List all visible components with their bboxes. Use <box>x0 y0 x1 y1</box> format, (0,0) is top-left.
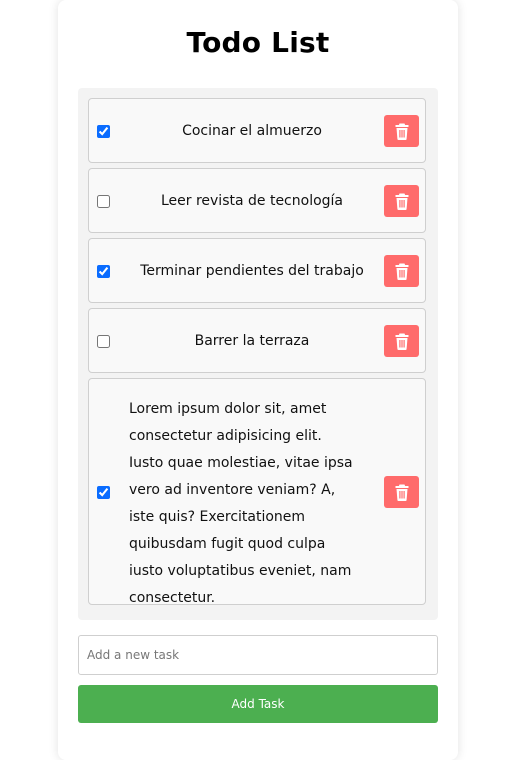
delete-button[interactable] <box>384 185 419 217</box>
new-task-input[interactable] <box>78 635 438 675</box>
todo-card: Todo List Cocinar el almuerzo Leer revis… <box>58 0 458 760</box>
todo-text: Terminar pendientes del trabajo <box>140 263 364 279</box>
todo-item: Terminar pendientes del trabajo <box>88 238 426 303</box>
todo-list: Cocinar el almuerzo Leer revista de tecn… <box>78 88 438 620</box>
todo-text: Cocinar el almuerzo <box>182 123 322 139</box>
delete-button[interactable] <box>384 115 419 147</box>
todo-text: Barrer la terraza <box>194 333 310 349</box>
todo-checkbox[interactable] <box>97 335 110 348</box>
delete-button[interactable] <box>384 476 419 508</box>
delete-button[interactable] <box>384 325 419 357</box>
todo-text: Lorem ipsum dolor sit, amet consectetur … <box>129 401 353 606</box>
todo-checkbox[interactable] <box>97 486 110 499</box>
delete-button[interactable] <box>384 255 419 287</box>
todo-text: Leer revista de tecnología <box>160 193 344 209</box>
todo-item: Cocinar el almuerzo <box>88 98 426 163</box>
trash-icon <box>395 333 408 350</box>
todo-checkbox[interactable] <box>97 125 110 138</box>
page-title: Todo List <box>186 26 330 59</box>
trash-icon <box>395 484 408 501</box>
trash-icon <box>395 123 408 140</box>
todo-item: Lorem ipsum dolor sit, amet consectetur … <box>88 378 426 606</box>
todo-item: Leer revista de tecnología <box>88 168 426 233</box>
trash-icon <box>395 263 408 280</box>
add-task-button[interactable]: Add Task <box>78 685 438 723</box>
todo-checkbox[interactable] <box>97 195 110 208</box>
todo-item: Barrer la terraza <box>88 308 426 373</box>
trash-icon <box>395 193 408 210</box>
todo-checkbox[interactable] <box>97 265 110 278</box>
